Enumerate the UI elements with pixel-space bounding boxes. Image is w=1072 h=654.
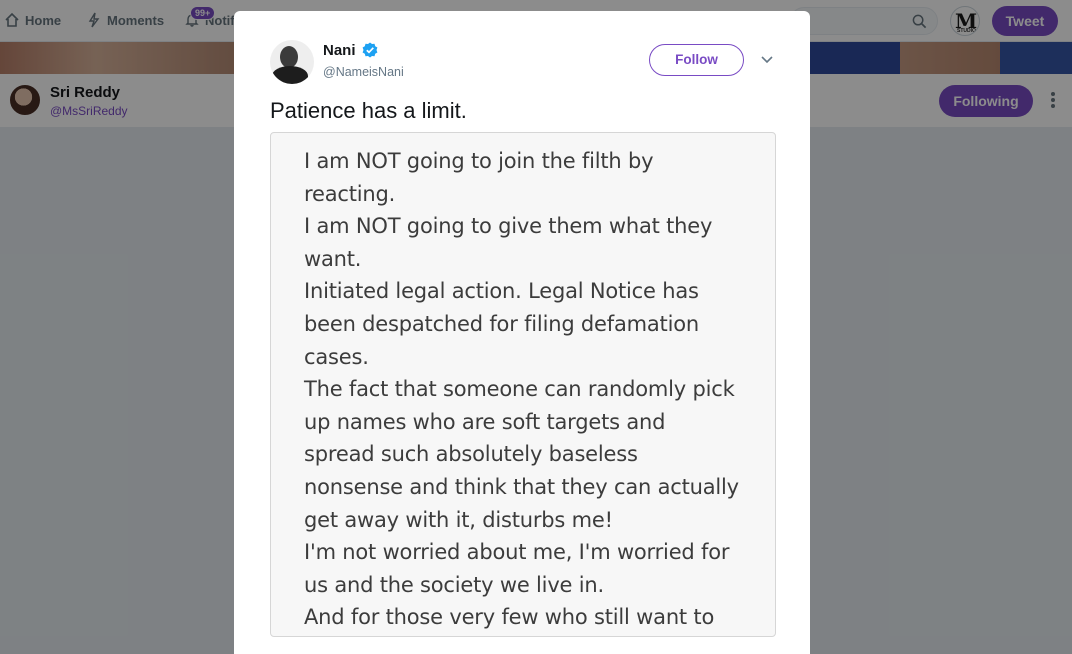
image-text-line: get away with it, disturbs me!: [304, 507, 613, 532]
image-text-line: reacting.: [304, 181, 396, 206]
image-text-line: I am NOT going to give them what they: [304, 214, 713, 239]
image-text-line: cases.: [304, 344, 369, 369]
author-avatar[interactable]: [270, 40, 314, 84]
author-name[interactable]: Nani: [323, 42, 356, 59]
image-text-line: us and the society we live in.: [304, 572, 604, 597]
author-handle[interactable]: @NameisNani: [323, 65, 404, 79]
image-text-line: The fact that someone can randomly pick: [304, 377, 735, 402]
chevron-down-icon[interactable]: [761, 55, 773, 65]
tweet-text: Patience has a limit.: [270, 98, 467, 123]
image-text-line: up names who are soft targets and: [304, 409, 666, 434]
follow-button[interactable]: Follow: [649, 44, 744, 76]
image-text-line: spread such absolutely baseless: [304, 442, 638, 467]
image-text-line: nonsense and think that they can actuall…: [304, 474, 739, 499]
image-text-line: want.: [304, 246, 362, 271]
image-text-line: I am NOT going to join the filth by: [304, 149, 654, 173]
image-text-line: been despatched for filing defamation: [304, 311, 699, 336]
tweet-modal: Nani @NameisNani Follow Patience has a l…: [234, 11, 810, 654]
image-text-line: Initiated legal action. Legal Notice has: [304, 279, 699, 304]
image-text-line: I'm not worried about me, I'm worried fo…: [304, 540, 730, 565]
image-text-line: And for those very few who still want to: [304, 605, 715, 630]
tweet-image-text: I am NOT going to join the filth by reac…: [304, 145, 754, 634]
verified-icon: [362, 42, 378, 58]
tweet-image[interactable]: I am NOT going to join the filth by reac…: [270, 132, 776, 637]
